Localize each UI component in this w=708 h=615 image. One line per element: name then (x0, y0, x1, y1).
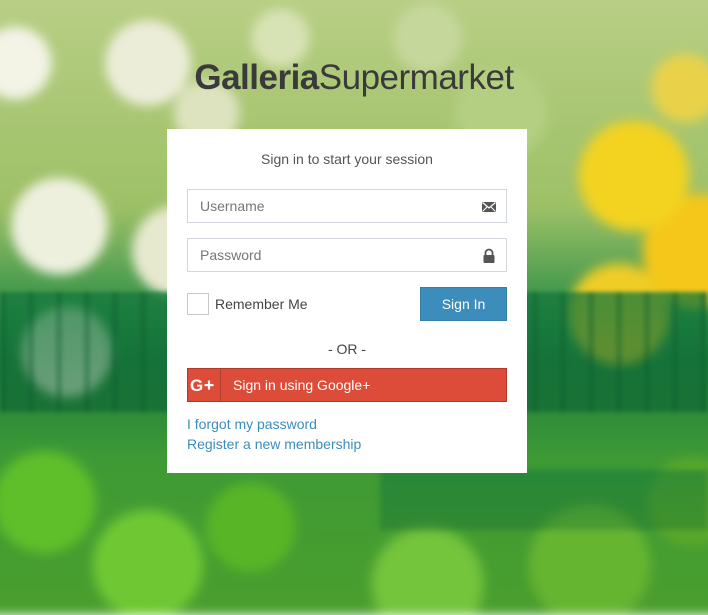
remember-me-label: Remember Me (215, 296, 308, 312)
background-crate (380, 470, 708, 530)
auth-links: I forgot my password Register a new memb… (187, 414, 507, 454)
password-input[interactable] (188, 239, 506, 271)
or-divider: - OR - (327, 341, 367, 357)
google-signin-label: Sign in using Google+ (233, 377, 371, 393)
brand-light: Supermarket (318, 58, 514, 97)
brand-bold: Galleria (194, 58, 319, 97)
google-plus-icon: G (188, 369, 221, 401)
username-input[interactable] (188, 190, 506, 222)
envelope-icon (482, 202, 496, 212)
login-actions-row: Remember Me Sign In (187, 287, 507, 321)
login-box: Sign in to start your session Remember M… (167, 129, 527, 473)
login-box-message: Sign in to start your session (261, 151, 433, 167)
register-link[interactable]: Register a new membership (187, 434, 507, 454)
google-signin-button[interactable]: G Sign in using Google+ (187, 368, 507, 402)
username-field (187, 189, 507, 223)
forgot-password-link[interactable]: I forgot my password (187, 414, 507, 434)
checkbox-square[interactable] (187, 293, 209, 315)
svg-text:G: G (190, 377, 203, 393)
brand-logo[interactable]: GalleriaSupermarket (0, 58, 708, 98)
sign-in-button[interactable]: Sign In (420, 287, 507, 321)
remember-me-checkbox[interactable]: Remember Me (187, 293, 308, 315)
lock-icon (483, 248, 495, 263)
password-field (187, 238, 507, 272)
